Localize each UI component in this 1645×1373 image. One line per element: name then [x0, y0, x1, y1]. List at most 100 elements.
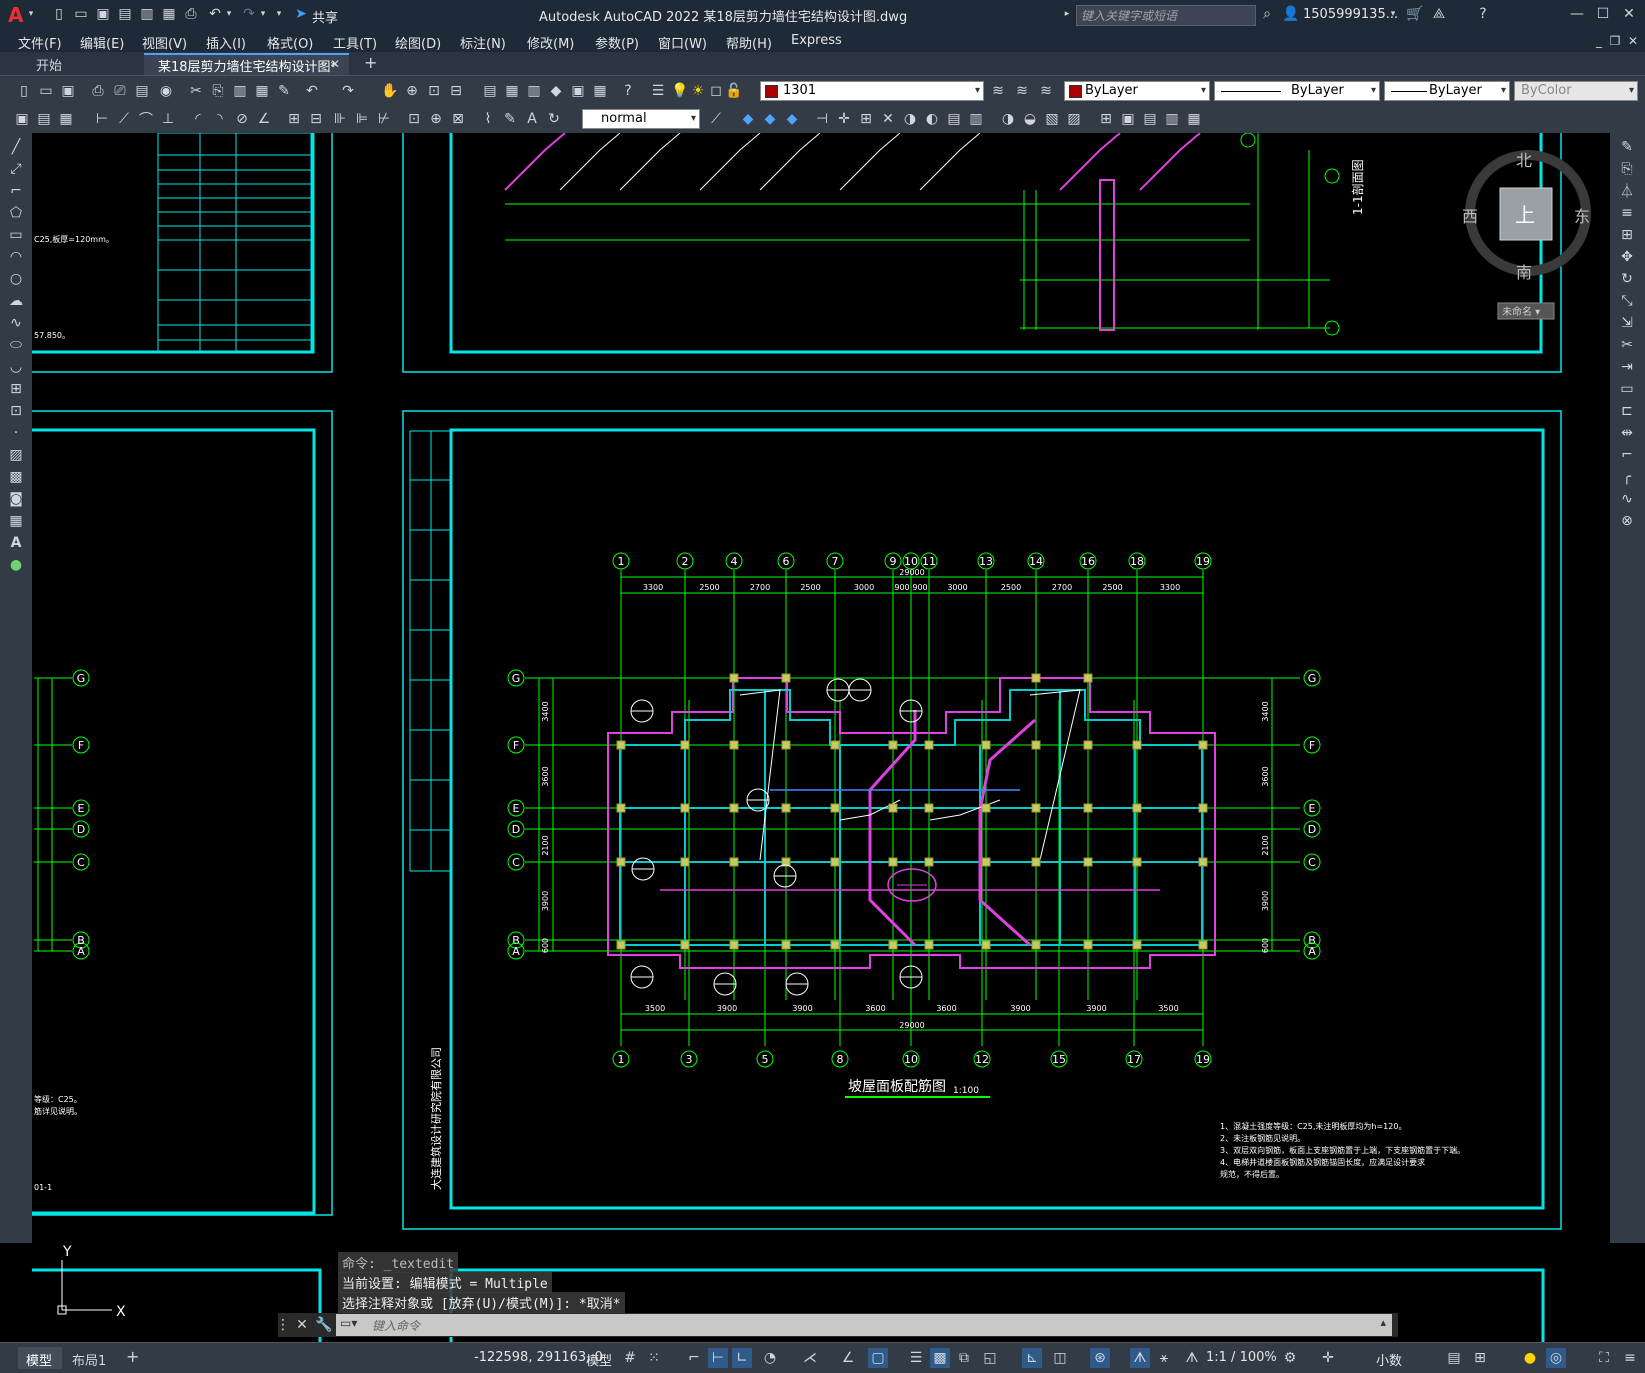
tb2-icon-1[interactable]: ▣ [12, 109, 32, 129]
modify-icon-8[interactable]: ◑ [900, 109, 920, 129]
dim-aligned-icon[interactable]: ⟋ [114, 109, 134, 129]
trim-icon[interactable]: ✂ [1617, 335, 1637, 355]
viewcube-east[interactable]: 东 [1574, 207, 1590, 226]
transparency-icon[interactable]: ▩ [930, 1348, 950, 1368]
tab-layout1[interactable]: 布局1 [72, 1350, 106, 1369]
redo-tb-icon[interactable]: ↷ [338, 81, 358, 101]
viewcube-west[interactable]: 西 [1462, 207, 1478, 226]
mirror-icon[interactable]: ⏃ [1617, 181, 1637, 201]
app-logo[interactable]: A [8, 3, 23, 27]
grid-icon[interactable]: # [620, 1348, 640, 1368]
web-open-icon[interactable]: ▥ [138, 5, 156, 23]
osnap-icon[interactable]: ▢ [868, 1348, 888, 1368]
tolerance-icon[interactable]: ⊡ [404, 109, 424, 129]
gradient-icon[interactable]: ▩ [6, 467, 26, 487]
make-current-icon[interactable]: ≋ [988, 81, 1008, 101]
dim-space-icon[interactable]: ⊫ [352, 109, 372, 129]
region-icon[interactable]: ◙ [6, 489, 26, 509]
layer-dropdown[interactable]: 1301 ▾ [760, 81, 984, 101]
logo-dropdown-icon[interactable]: ▾ [26, 6, 36, 22]
polar-icon[interactable]: ◔ [760, 1348, 780, 1368]
snap-icon[interactable]: ⁙ [644, 1348, 664, 1368]
plotstyle-dropdown[interactable]: ByColor ▾ [1514, 81, 1638, 101]
modify-icon-16[interactable]: ⊞ [1096, 109, 1116, 129]
autodesk-app-icon[interactable]: ⟁ [1430, 5, 1448, 23]
viewcube-top[interactable]: 上 [1515, 203, 1535, 227]
dim-radius-icon[interactable]: ◜ [188, 109, 208, 129]
layer-previous-icon[interactable]: ≋ [1012, 81, 1032, 101]
erase-icon[interactable]: ✎ [1617, 137, 1637, 157]
3d-osnap-icon[interactable]: ◱ [980, 1348, 1000, 1368]
move-icon[interactable]: ✥ [1617, 247, 1637, 267]
modify-icon-2[interactable]: ◆ [760, 109, 780, 129]
modify-icon-18[interactable]: ▤ [1140, 109, 1160, 129]
menu-help[interactable]: 帮助(H) [726, 33, 772, 52]
workspace-gear-icon[interactable]: ⚙ [1280, 1348, 1300, 1368]
modify-icon-17[interactable]: ▣ [1118, 109, 1138, 129]
close-button[interactable]: ✕ [1620, 5, 1638, 23]
minimize-button[interactable]: — [1568, 5, 1586, 23]
cart-icon[interactable]: 🛒 [1406, 5, 1424, 23]
modify-icon-12[interactable]: ◑ [998, 109, 1018, 129]
polygon-icon[interactable]: ⬠ [6, 203, 26, 223]
dim-continue-icon[interactable]: ⊪ [330, 109, 350, 129]
menu-window[interactable]: 窗口(W) [658, 33, 707, 52]
modify-icon-6[interactable]: ⊞ [856, 109, 876, 129]
hardware-accel-icon[interactable]: ◎ [1546, 1348, 1566, 1368]
modify-icon-14[interactable]: ▧ [1042, 109, 1062, 129]
quick-properties-icon[interactable]: ▤ [1444, 1348, 1464, 1368]
publish-icon[interactable]: ▤ [132, 81, 152, 101]
doc-close-icon[interactable]: ✕ [1626, 33, 1640, 49]
break-point-icon[interactable]: ▭ [1617, 379, 1637, 399]
annotation-visibility-icon[interactable]: ᗑ [1130, 1348, 1150, 1368]
print-icon[interactable]: ⎙ [88, 81, 108, 101]
color-dropdown[interactable]: ByLayer ▾ [1064, 81, 1210, 101]
menu-insert[interactable]: 插入(I) [206, 33, 246, 52]
annotation-scale-value[interactable]: 1:1 / 100% [1206, 1350, 1277, 1365]
ellipse-icon[interactable]: ⬭ [6, 335, 26, 355]
menu-draw[interactable]: 绘图(D) [395, 33, 441, 52]
otrack-icon[interactable]: ∠ [838, 1348, 858, 1368]
add-selected-icon[interactable]: ● [6, 555, 26, 575]
make-block-icon[interactable]: ⊡ [6, 401, 26, 421]
units-value[interactable]: 小数 [1376, 1350, 1402, 1369]
markup-icon[interactable]: ▣ [568, 81, 588, 101]
open-file-icon[interactable]: ▭ [72, 5, 90, 23]
modify-icon-3[interactable]: ◆ [782, 109, 802, 129]
undo-dropdown-icon[interactable]: ▾ [224, 6, 234, 22]
rotate-icon[interactable]: ↻ [1617, 269, 1637, 289]
zoom-realtime-icon[interactable]: ⊕ [402, 81, 422, 101]
infer-icon[interactable]: ⌐ [684, 1348, 704, 1368]
share-button[interactable]: 共享 [312, 7, 338, 26]
construction-line-icon[interactable]: ⤢ [6, 159, 26, 179]
menu-dimension[interactable]: 标注(N) [460, 33, 506, 52]
copy-icon[interactable]: ⎘ [208, 81, 228, 101]
array-icon[interactable]: ⊞ [1617, 225, 1637, 245]
modify-icon-19[interactable]: ▥ [1162, 109, 1182, 129]
menu-parametric[interactable]: 参数(P) [595, 33, 639, 52]
viewcube-south[interactable]: 南 [1516, 263, 1532, 282]
search-input[interactable]: 键入关键字或短语 [1076, 5, 1256, 26]
paste-icon[interactable]: ▥ [230, 81, 250, 101]
command-close-icon[interactable]: ✕ [290, 1315, 314, 1335]
auto-scale-icon[interactable]: ⚹ [1154, 1348, 1174, 1368]
open-icon[interactable]: ▭ [36, 81, 56, 101]
zoom-previous-icon[interactable]: ⊟ [446, 81, 466, 101]
quick-access-dropdown-icon[interactable]: ▾ [274, 6, 284, 22]
dim-update-icon[interactable]: ↻ [544, 109, 564, 129]
preview-icon[interactable]: ⎚ [110, 81, 130, 101]
jog-line-icon[interactable]: ⌇ [478, 109, 498, 129]
modify-icon-20[interactable]: ▦ [1184, 109, 1204, 129]
center-mark-icon[interactable]: ⊕ [426, 109, 446, 129]
join-icon[interactable]: ⇹ [1617, 423, 1637, 443]
isodraft-icon[interactable]: ⋌ [800, 1348, 820, 1368]
mtext-icon[interactable]: A [6, 533, 26, 553]
command-grip-icon[interactable]: ⋮ [276, 1315, 290, 1335]
menu-express[interactable]: Express [791, 33, 842, 48]
lineweight-dropdown[interactable]: ByLayer ▾ [1384, 81, 1510, 101]
arc-icon[interactable]: ◠ [6, 247, 26, 267]
plot-icon[interactable]: ⎙ [182, 5, 200, 23]
modify-icon-5[interactable]: ✛ [834, 109, 854, 129]
linetype-dropdown[interactable]: ByLayer ▾ [1214, 81, 1380, 101]
dim-jogged-icon[interactable]: ◝ [210, 109, 230, 129]
